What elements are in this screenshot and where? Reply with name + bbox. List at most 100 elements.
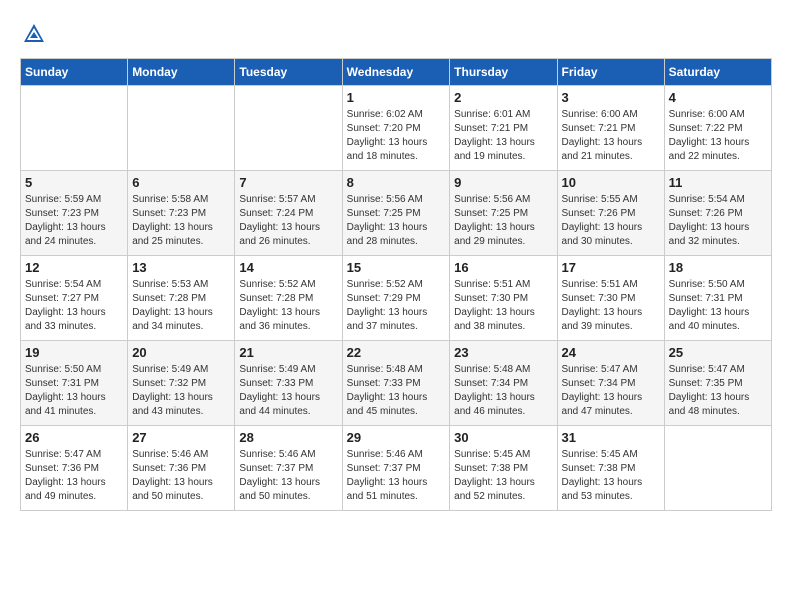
calendar-day-cell: 3 Sunrise: 6:00 AM Sunset: 7:21 PM Daylig… — [557, 86, 664, 171]
day-number: 18 — [669, 260, 767, 275]
day-number: 10 — [562, 175, 660, 190]
day-number: 20 — [132, 345, 230, 360]
day-number: 24 — [562, 345, 660, 360]
calendar-week-row: 26 Sunrise: 5:47 AM Sunset: 7:36 PM Dayli… — [21, 426, 772, 511]
day-number: 21 — [239, 345, 337, 360]
calendar-header-row: SundayMondayTuesdayWednesdayThursdayFrid… — [21, 59, 772, 86]
day-info: Sunrise: 5:47 AM Sunset: 7:35 PM Dayligh… — [669, 363, 767, 419]
calendar-day-cell: 6 Sunrise: 5:58 AM Sunset: 7:23 PM Daylig… — [128, 171, 235, 256]
day-number: 25 — [669, 345, 767, 360]
calendar-table: SundayMondayTuesdayWednesdayThursdayFrid… — [20, 58, 772, 511]
day-number: 2 — [454, 90, 552, 105]
day-info: Sunrise: 5:59 AM Sunset: 7:23 PM Dayligh… — [25, 193, 123, 249]
day-of-week-header: Tuesday — [235, 59, 342, 86]
day-info: Sunrise: 5:50 AM Sunset: 7:31 PM Dayligh… — [669, 278, 767, 334]
calendar-day-cell — [128, 86, 235, 171]
day-info: Sunrise: 5:53 AM Sunset: 7:28 PM Dayligh… — [132, 278, 230, 334]
day-info: Sunrise: 6:02 AM Sunset: 7:20 PM Dayligh… — [347, 108, 446, 164]
day-info: Sunrise: 5:48 AM Sunset: 7:34 PM Dayligh… — [454, 363, 552, 419]
calendar-day-cell: 9 Sunrise: 5:56 AM Sunset: 7:25 PM Daylig… — [450, 171, 557, 256]
day-info: Sunrise: 5:46 AM Sunset: 7:37 PM Dayligh… — [239, 448, 337, 504]
calendar-week-row: 19 Sunrise: 5:50 AM Sunset: 7:31 PM Dayli… — [21, 341, 772, 426]
day-info: Sunrise: 5:56 AM Sunset: 7:25 PM Dayligh… — [454, 193, 552, 249]
calendar-day-cell: 31 Sunrise: 5:45 AM Sunset: 7:38 PM Dayli… — [557, 426, 664, 511]
day-number: 14 — [239, 260, 337, 275]
day-info: Sunrise: 5:46 AM Sunset: 7:37 PM Dayligh… — [347, 448, 446, 504]
day-of-week-header: Friday — [557, 59, 664, 86]
calendar-day-cell: 4 Sunrise: 6:00 AM Sunset: 7:22 PM Daylig… — [664, 86, 771, 171]
day-number: 28 — [239, 430, 337, 445]
calendar-day-cell: 20Sunrise: 5:49 AM Sunset: 7:32 PM Dayli… — [128, 341, 235, 426]
calendar-day-cell: 28 Sunrise: 5:46 AM Sunset: 7:37 PM Dayli… — [235, 426, 342, 511]
day-of-week-header: Monday — [128, 59, 235, 86]
calendar-day-cell: 5 Sunrise: 5:59 AM Sunset: 7:23 PM Daylig… — [21, 171, 128, 256]
day-info: Sunrise: 5:58 AM Sunset: 7:23 PM Dayligh… — [132, 193, 230, 249]
calendar-day-cell: 21 Sunrise: 5:49 AM Sunset: 7:33 PM Dayli… — [235, 341, 342, 426]
day-info: Sunrise: 5:49 AM Sunset: 7:33 PM Dayligh… — [239, 363, 337, 419]
day-number: 11 — [669, 175, 767, 190]
day-of-week-header: Wednesday — [342, 59, 450, 86]
day-number: 31 — [562, 430, 660, 445]
calendar-day-cell: 26 Sunrise: 5:47 AM Sunset: 7:36 PM Dayli… — [21, 426, 128, 511]
calendar-week-row: 1 Sunrise: 6:02 AM Sunset: 7:20 PM Daylig… — [21, 86, 772, 171]
calendar-day-cell: 24 Sunrise: 5:47 AM Sunset: 7:34 PM Dayli… — [557, 341, 664, 426]
calendar-day-cell: 30 Sunrise: 5:45 AM Sunset: 7:38 PM Dayli… — [450, 426, 557, 511]
calendar-day-cell: 23 Sunrise: 5:48 AM Sunset: 7:34 PM Dayli… — [450, 341, 557, 426]
day-number: 4 — [669, 90, 767, 105]
day-info: Sunrise: 5:45 AM Sunset: 7:38 PM Dayligh… — [454, 448, 552, 504]
day-number: 12 — [25, 260, 123, 275]
day-number: 6 — [132, 175, 230, 190]
calendar-day-cell: 1 Sunrise: 6:02 AM Sunset: 7:20 PM Daylig… — [342, 86, 450, 171]
day-info: Sunrise: 5:47 AM Sunset: 7:34 PM Dayligh… — [562, 363, 660, 419]
day-info: Sunrise: 5:51 AM Sunset: 7:30 PM Dayligh… — [454, 278, 552, 334]
calendar-day-cell: 15Sunrise: 5:52 AM Sunset: 7:29 PM Dayli… — [342, 256, 450, 341]
day-number: 9 — [454, 175, 552, 190]
day-number: 3 — [562, 90, 660, 105]
day-number: 13 — [132, 260, 230, 275]
calendar-day-cell: 29 Sunrise: 5:46 AM Sunset: 7:37 PM Dayli… — [342, 426, 450, 511]
calendar-day-cell: 17 Sunrise: 5:51 AM Sunset: 7:30 PM Dayli… — [557, 256, 664, 341]
logo — [20, 20, 52, 48]
calendar-day-cell: 16 Sunrise: 5:51 AM Sunset: 7:30 PM Dayli… — [450, 256, 557, 341]
day-number: 16 — [454, 260, 552, 275]
day-number: 27 — [132, 430, 230, 445]
day-number: 29 — [347, 430, 446, 445]
calendar-day-cell: 7Sunrise: 5:57 AM Sunset: 7:24 PM Daylig… — [235, 171, 342, 256]
calendar-day-cell — [235, 86, 342, 171]
day-number: 26 — [25, 430, 123, 445]
calendar-day-cell: 13 Sunrise: 5:53 AM Sunset: 7:28 PM Dayli… — [128, 256, 235, 341]
day-info: Sunrise: 5:47 AM Sunset: 7:36 PM Dayligh… — [25, 448, 123, 504]
day-number: 23 — [454, 345, 552, 360]
calendar-day-cell: 2 Sunrise: 6:01 AM Sunset: 7:21 PM Daylig… — [450, 86, 557, 171]
day-info: Sunrise: 6:00 AM Sunset: 7:21 PM Dayligh… — [562, 108, 660, 164]
day-number: 30 — [454, 430, 552, 445]
day-of-week-header: Thursday — [450, 59, 557, 86]
day-info: Sunrise: 6:01 AM Sunset: 7:21 PM Dayligh… — [454, 108, 552, 164]
day-info: Sunrise: 5:50 AM Sunset: 7:31 PM Dayligh… — [25, 363, 123, 419]
day-info: Sunrise: 5:54 AM Sunset: 7:27 PM Dayligh… — [25, 278, 123, 334]
calendar-day-cell: 8Sunrise: 5:56 AM Sunset: 7:25 PM Daylig… — [342, 171, 450, 256]
calendar-day-cell: 25 Sunrise: 5:47 AM Sunset: 7:35 PM Dayli… — [664, 341, 771, 426]
day-number: 17 — [562, 260, 660, 275]
day-info: Sunrise: 5:48 AM Sunset: 7:33 PM Dayligh… — [347, 363, 446, 419]
day-info: Sunrise: 6:00 AM Sunset: 7:22 PM Dayligh… — [669, 108, 767, 164]
day-info: Sunrise: 5:51 AM Sunset: 7:30 PM Dayligh… — [562, 278, 660, 334]
calendar-day-cell — [21, 86, 128, 171]
calendar-day-cell: 27 Sunrise: 5:46 AM Sunset: 7:36 PM Dayli… — [128, 426, 235, 511]
day-info: Sunrise: 5:46 AM Sunset: 7:36 PM Dayligh… — [132, 448, 230, 504]
day-info: Sunrise: 5:52 AM Sunset: 7:29 PM Dayligh… — [347, 278, 446, 334]
calendar-day-cell: 14Sunrise: 5:52 AM Sunset: 7:28 PM Dayli… — [235, 256, 342, 341]
day-info: Sunrise: 5:45 AM Sunset: 7:38 PM Dayligh… — [562, 448, 660, 504]
day-number: 1 — [347, 90, 446, 105]
page-header — [20, 20, 772, 48]
calendar-day-cell — [664, 426, 771, 511]
day-number: 19 — [25, 345, 123, 360]
day-number: 5 — [25, 175, 123, 190]
day-info: Sunrise: 5:55 AM Sunset: 7:26 PM Dayligh… — [562, 193, 660, 249]
calendar-week-row: 5 Sunrise: 5:59 AM Sunset: 7:23 PM Daylig… — [21, 171, 772, 256]
day-number: 22 — [347, 345, 446, 360]
day-info: Sunrise: 5:57 AM Sunset: 7:24 PM Dayligh… — [239, 193, 337, 249]
logo-icon — [20, 20, 48, 48]
day-info: Sunrise: 5:56 AM Sunset: 7:25 PM Dayligh… — [347, 193, 446, 249]
calendar-day-cell: 22 Sunrise: 5:48 AM Sunset: 7:33 PM Dayli… — [342, 341, 450, 426]
